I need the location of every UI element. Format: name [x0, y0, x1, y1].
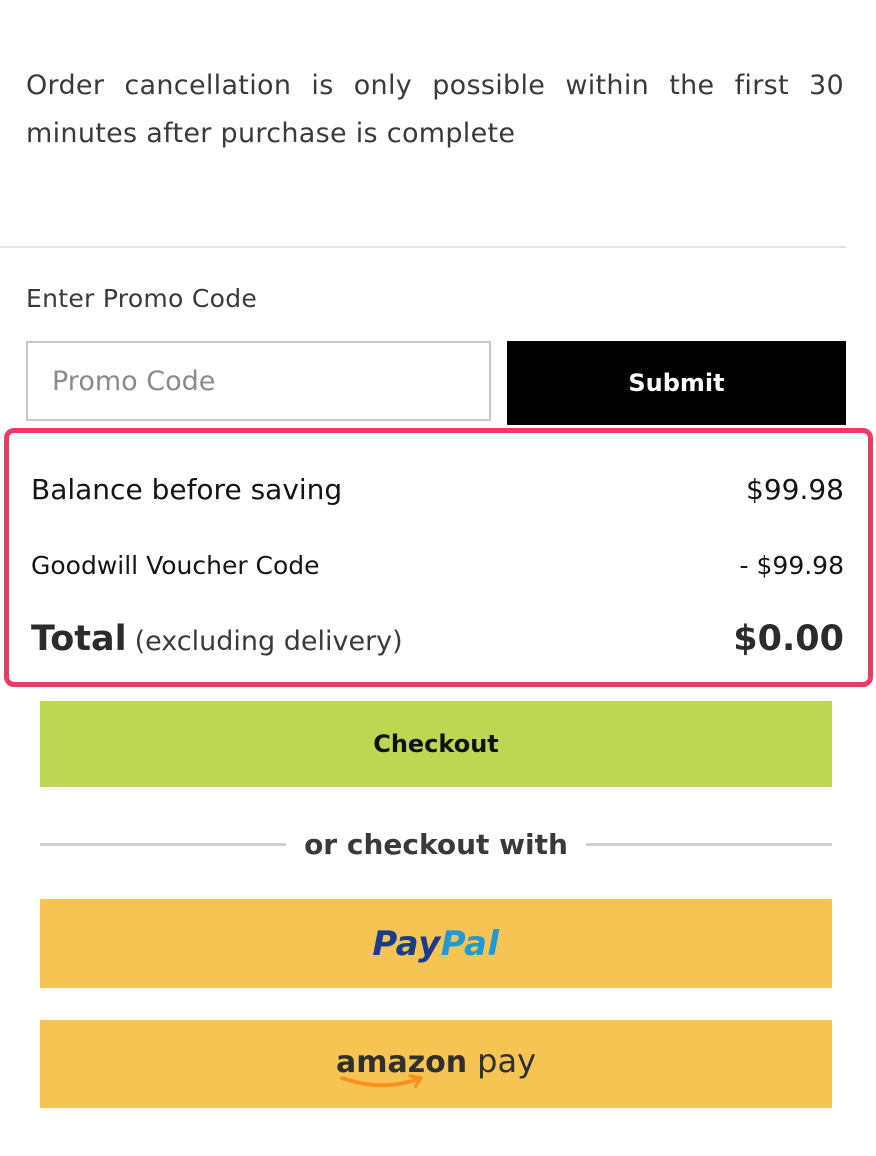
amazon-pay-logo: amazon pay — [336, 1042, 537, 1088]
promo-code-label: Enter Promo Code — [26, 284, 258, 313]
section-divider — [0, 246, 846, 248]
paypal-logo: PayPal — [372, 924, 499, 964]
paypal-logo-pal: Pal — [440, 923, 500, 964]
total-value: $0.00 — [733, 619, 844, 659]
total-label-group: Total (excluding delivery) — [31, 619, 403, 659]
voucher-value: - $99.98 — [739, 551, 844, 580]
divider-line-right — [585, 842, 832, 846]
alt-checkout-divider: or checkout with — [40, 822, 832, 866]
balance-row: Balance before saving $99.98 — [31, 473, 844, 506]
total-row: Total (excluding delivery) $0.00 — [31, 619, 844, 659]
total-label: Total — [31, 619, 127, 659]
promo-submit-button[interactable]: Submit — [507, 341, 846, 425]
checkout-button[interactable]: Checkout — [40, 701, 832, 787]
amazon-smile-icon — [339, 1074, 423, 1088]
alt-checkout-label: or checkout with — [304, 827, 568, 861]
total-note: (excluding delivery) — [134, 626, 403, 657]
voucher-label: Goodwill Voucher Code — [31, 551, 320, 580]
order-summary-box: Balance before saving $99.98 Goodwill Vo… — [4, 428, 873, 687]
amazon-pay-button[interactable]: amazon pay — [40, 1020, 832, 1108]
divider-line-left — [40, 842, 287, 846]
paypal-button[interactable]: PayPal — [40, 899, 832, 988]
balance-value: $99.98 — [746, 473, 844, 506]
voucher-row: Goodwill Voucher Code - $99.98 — [31, 551, 844, 580]
order-cancellation-notice: Order cancellation is only possible with… — [26, 70, 844, 149]
amazon-logo-pay: pay — [477, 1042, 537, 1080]
balance-label: Balance before saving — [31, 473, 343, 506]
promo-code-input[interactable] — [26, 341, 491, 421]
paypal-logo-pay: Pay — [372, 923, 441, 964]
